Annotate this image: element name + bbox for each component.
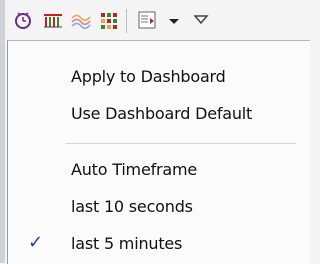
menu-item-label: Auto Timeframe — [71, 160, 198, 179]
menu-item-apply-to-dashboard[interactable]: Apply to Dashboard — [8, 61, 310, 93]
bar-chart-icon[interactable] — [42, 9, 64, 31]
menu-divider — [66, 143, 296, 144]
clock-icon[interactable] — [12, 9, 34, 31]
timeframe-icon[interactable] — [136, 9, 158, 31]
grid-chart-icon[interactable] — [98, 9, 120, 31]
menu-item-label: last 5 minutes — [71, 234, 183, 253]
line-chart-icon[interactable] — [70, 9, 92, 31]
menu-item-label: Use Dashboard Default — [71, 104, 253, 123]
menu-item-auto-timeframe[interactable]: Auto Timeframe — [8, 154, 310, 186]
menu-item-last-5-minutes[interactable]: ✓ last 5 minutes — [8, 228, 310, 260]
menu-item-label: last 10 seconds — [71, 197, 193, 216]
menu-item-use-dashboard-default[interactable]: Use Dashboard Default — [8, 98, 310, 130]
dropdown-arrow-icon[interactable] — [163, 9, 185, 31]
left-window-edge — [0, 0, 5, 263]
toolbar — [12, 6, 312, 36]
check-icon: ✓ — [28, 232, 44, 253]
toolbar-separator — [126, 9, 127, 33]
menu-item-last-10-seconds[interactable]: last 10 seconds — [8, 191, 310, 223]
timeframe-dropdown-menu: Apply to Dashboard Use Dashboard Default… — [7, 40, 310, 264]
menu-item-label: Apply to Dashboard — [71, 67, 226, 86]
view-menu-icon[interactable] — [190, 9, 212, 31]
